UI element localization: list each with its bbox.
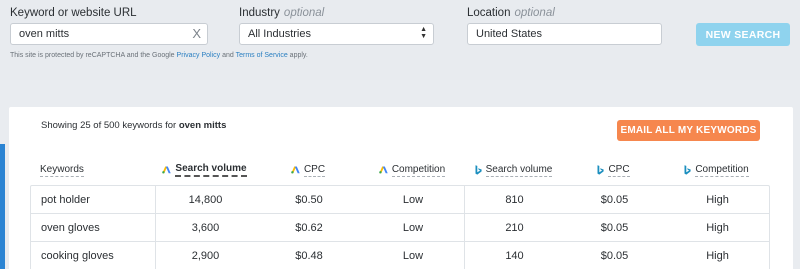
column-header-label: CPC [608, 163, 630, 177]
results-summary: Showing 25 of 500 keywords for oven mitt… [41, 120, 227, 131]
email-keywords-button[interactable]: EMAIL ALL MY KEYWORDS [617, 120, 760, 141]
location-input[interactable]: United States [467, 23, 662, 45]
location-label: Location optional [467, 7, 555, 19]
table-body: pot holder 14,800 $0.50 Low 810 $0.05 High oven… [30, 185, 770, 269]
bing-icon [684, 165, 691, 175]
bing-icon [597, 165, 605, 175]
column-header-4[interactable]: Search volume [463, 155, 564, 185]
industry-select-value: All Industries [248, 28, 311, 40]
table-cell: 2,900 [191, 250, 220, 262]
column-header-0: Keywords [30, 155, 154, 185]
table-cell: Low [402, 194, 424, 206]
terms-of-service-link[interactable]: Terms of Service [236, 52, 288, 59]
google-ads-icon [162, 166, 172, 174]
industry-label: Industry optional [239, 7, 325, 19]
column-header-2[interactable]: CPC [255, 155, 361, 185]
location-input-value: United States [476, 28, 543, 40]
keywords-table: Keywords Search volume CPC Competition Searc… [30, 155, 770, 269]
table-cell: 140 [505, 250, 524, 262]
clear-icon[interactable]: X [192, 27, 201, 40]
new-search-button[interactable]: NEW SEARCH [696, 23, 790, 46]
table-cell: 14,800 [188, 194, 223, 206]
keyword-cell: pot holder [41, 194, 90, 206]
industry-select[interactable]: All Industries ▲ ▼ [239, 23, 434, 45]
table-cell: 3,600 [191, 222, 220, 234]
table-cell: High [706, 222, 729, 234]
table-cell: 210 [505, 222, 524, 234]
google-ads-icon [291, 166, 300, 174]
google-ads-icon [379, 166, 388, 174]
table-row[interactable]: oven gloves 3,600 $0.62 Low 210 $0.05 High [31, 214, 769, 242]
side-accent-bar [0, 144, 5, 269]
table-cell: Low [402, 222, 424, 234]
column-header-3[interactable]: Competition [361, 155, 463, 185]
table-cell: High [706, 250, 729, 262]
table-cell: High [706, 194, 729, 206]
table-cell: $0.50 [295, 194, 323, 206]
table-cell: $0.05 [600, 194, 629, 206]
table-row[interactable]: pot holder 14,800 $0.50 Low 810 $0.05 High [31, 186, 769, 214]
table-row[interactable]: cooking gloves 2,900 $0.48 Low 140 $0.05 High [31, 242, 769, 269]
column-header-label: Keywords [40, 163, 84, 177]
keyword-input[interactable]: oven mitts X [10, 23, 208, 45]
table-cell: $0.05 [600, 222, 629, 234]
table-cell: $0.62 [295, 222, 323, 234]
column-divider [155, 186, 156, 269]
table-cell: 810 [505, 194, 524, 206]
column-header-label: Search volume [175, 163, 247, 177]
keyword-label: Keyword or website URL [10, 7, 137, 19]
column-header-label: Competition [695, 163, 749, 177]
table-cell: $0.05 [600, 250, 629, 262]
select-arrows-icon: ▲ ▼ [420, 26, 427, 40]
keyword-cell: cooking gloves [41, 250, 114, 262]
column-header-5[interactable]: CPC [564, 155, 663, 185]
table-cell: Low [402, 250, 424, 262]
keyword-cell: oven gloves [41, 222, 100, 234]
search-bar: Keyword or website URL oven mitts X Indu… [0, 0, 800, 80]
table-cell: $0.48 [295, 250, 323, 262]
table-header: Keywords Search volume CPC Competition Searc… [30, 155, 770, 185]
column-divider [464, 186, 465, 269]
privacy-policy-link[interactable]: Privacy Policy [177, 52, 221, 59]
column-header-label: CPC [303, 163, 326, 177]
keyword-input-value: oven mitts [19, 28, 70, 40]
bing-icon [475, 165, 482, 175]
results-panel: Showing 25 of 500 keywords for oven mitt… [9, 107, 793, 269]
column-header-1[interactable]: Search volume [154, 155, 255, 185]
column-header-label: Search volume [485, 163, 553, 177]
column-header-label: Competition [391, 163, 446, 177]
recaptcha-notice: This site is protected by reCAPTCHA and … [10, 52, 308, 59]
column-header-6[interactable]: Competition [663, 155, 770, 185]
